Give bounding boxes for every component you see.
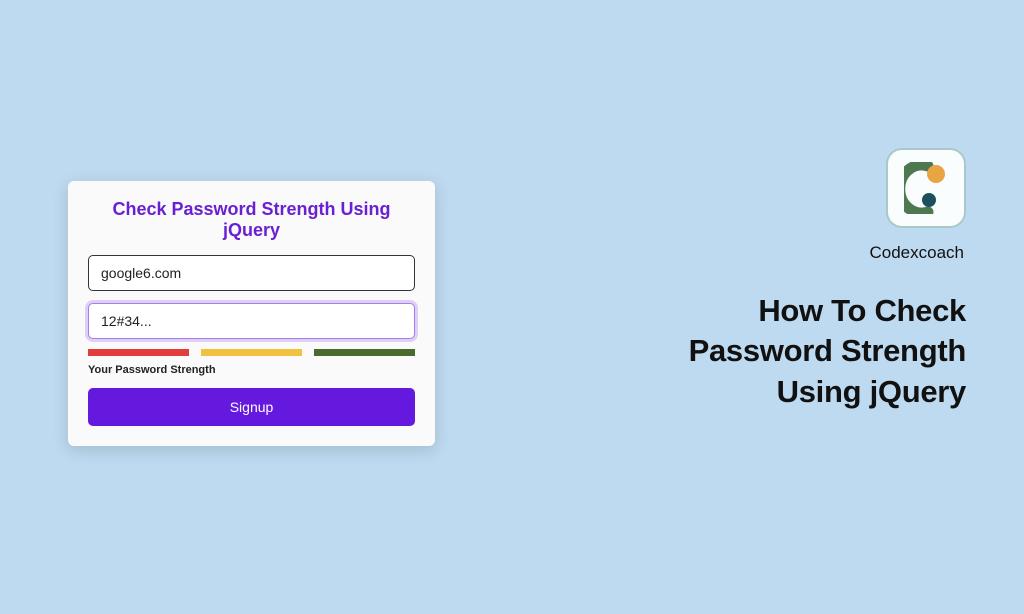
signup-button[interactable]: Signup [88,388,415,426]
logo-icon [904,162,948,214]
brand-logo [886,148,966,228]
password-strength-card: Check Password Strength Using jQuery You… [68,181,435,446]
page-headline: How To Check Password Strength Using jQu… [656,291,966,412]
strength-label: Your Password Strength [88,364,415,376]
strength-bar-weak [88,349,189,356]
card-title: Check Password Strength Using jQuery [88,199,415,241]
email-field[interactable] [88,255,415,291]
info-panel: Codexcoach How To Check Password Strengt… [656,148,966,412]
strength-meter [88,349,415,356]
brand-name: Codexcoach [656,243,964,263]
password-field[interactable] [88,303,415,339]
strength-bar-strong [314,349,415,356]
strength-bar-medium [201,349,302,356]
